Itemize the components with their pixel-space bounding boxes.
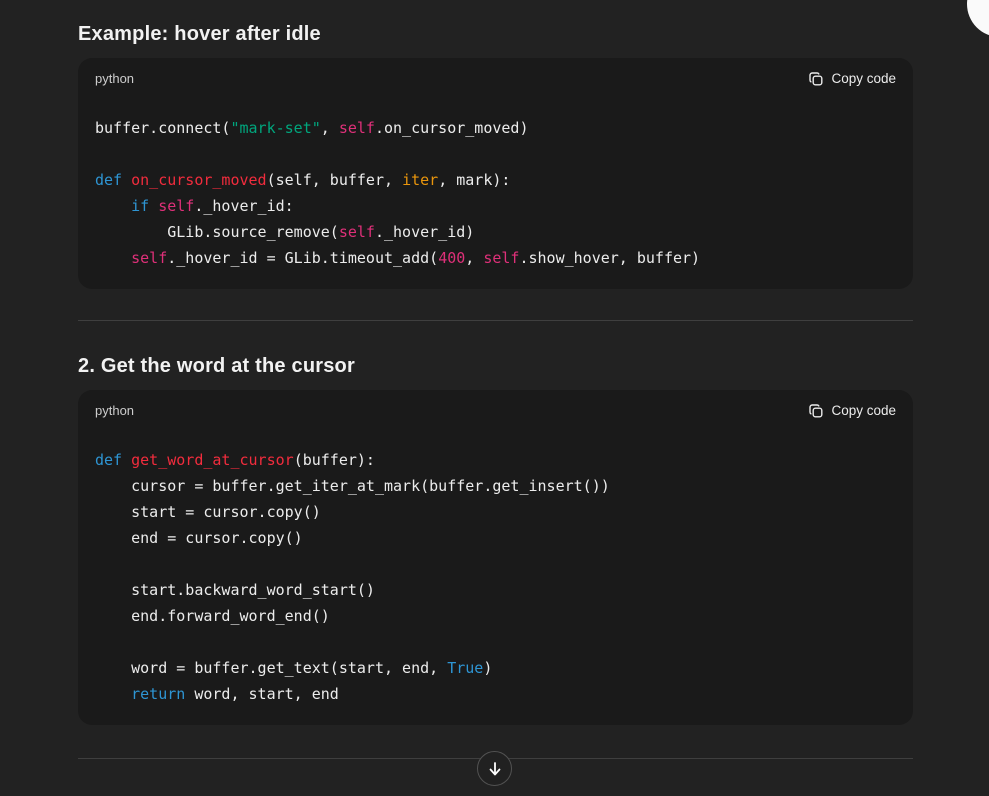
- code-block: python Copy code buffer.connect("mark-se…: [78, 58, 913, 289]
- section-hover-after-idle: Example: hover after idle python Copy co…: [78, 24, 913, 289]
- code-language-label: python: [95, 71, 134, 87]
- code-content: buffer.connect("mark-set", self.on_curso…: [78, 87, 913, 289]
- floating-widget-button[interactable]: [967, 0, 989, 37]
- section-heading: Example: hover after idle: [78, 24, 913, 44]
- section-divider: [78, 320, 913, 321]
- section-heading: 2. Get the word at the cursor: [78, 356, 913, 376]
- copy-code-label: Copy code: [831, 71, 896, 87]
- copy-code-label: Copy code: [831, 403, 896, 419]
- chat-transcript: Example: hover after idle python Copy co…: [0, 24, 989, 796]
- section-get-word-at-cursor: 2. Get the word at the cursor python Cop…: [78, 356, 913, 725]
- code-language-label: python: [95, 403, 134, 419]
- arrow-down-icon: [486, 760, 504, 778]
- code-content: def get_word_at_cursor(buffer): cursor =…: [78, 419, 913, 725]
- code-block: python Copy code def get_word_at_cursor(…: [78, 390, 913, 725]
- copy-code-button[interactable]: Copy code: [808, 71, 896, 87]
- scroll-down-button[interactable]: [477, 751, 512, 786]
- copy-icon: [808, 71, 824, 87]
- code-block-header: python Copy code: [78, 58, 913, 87]
- copy-icon: [808, 403, 824, 419]
- copy-code-button[interactable]: Copy code: [808, 403, 896, 419]
- code-block-header: python Copy code: [78, 390, 913, 419]
